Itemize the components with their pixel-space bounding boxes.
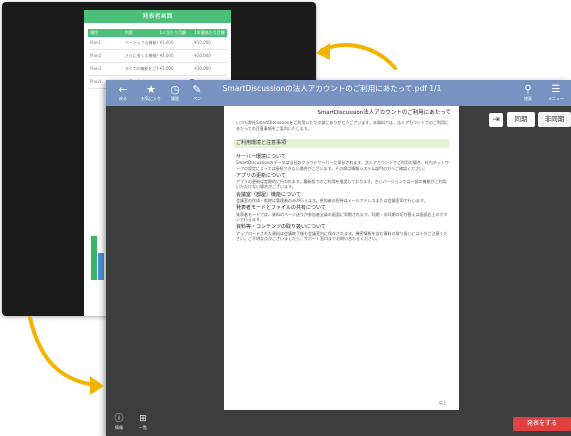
participant-tablet: ← 戻る ★ お気に入り ◷ 履歴 ✎ ペン SmartDiscussionの法… [106, 80, 571, 436]
arrow-head-icon [316, 43, 330, 60]
search-icon: ⚲ [524, 84, 532, 95]
paragraph: 会議室の作成・削除は管理者のみが行えます。参加者の招待はメールアドレスまたは会議… [236, 198, 428, 204]
table-cell: ¥10,000 [194, 40, 211, 45]
grid-label: 一覧 [139, 425, 147, 430]
clock-icon: ◷ [170, 83, 180, 96]
table-cell: ベーシックな機能をご利用いただけます [124, 40, 158, 45]
table-cell: ¥3,000 [159, 66, 174, 71]
chart-bar [91, 236, 97, 280]
sync-arrow-top [320, 43, 397, 70]
pen-label: ペン [193, 96, 201, 101]
page-header: SmartDiscussion法人アカウントのご利用にあたって [317, 110, 451, 116]
search-button[interactable]: ⚲ 検索 [516, 83, 540, 102]
sync-arrow-bottom [28, 316, 97, 387]
paragraph: アップロードされた資料は会議終了後も会議室内に保存されます。機密情報を含む資料の… [236, 230, 448, 241]
table-cell: ¥30,000 [194, 66, 211, 71]
present-button[interactable]: 発表をする [513, 417, 571, 431]
menu-button[interactable]: ☰ メニュー [544, 83, 568, 102]
column-header: 1人当たり月額 [159, 30, 187, 35]
bottom-toolbar: ⓘ 情報 ⊞ 一覧 発表をする [106, 410, 571, 436]
document-title: SmartDiscussionの法人アカウントのご利用にあたって.pdf 1/1 [222, 84, 442, 93]
back-button[interactable]: ← 戻る [112, 83, 134, 102]
table-cell: ¥1,000 [159, 40, 174, 45]
star-icon: ★ [146, 83, 156, 96]
table-cell: Plan1 [90, 40, 102, 45]
history-label: 履歴 [171, 96, 179, 101]
table-cell: ¥2,000 [159, 53, 174, 58]
presenter-doc-header: 発表者画面 [84, 10, 231, 23]
page-body: サーバー環境について SmartDiscussionのデータは当社のクラウドサー… [236, 152, 450, 400]
sync-panel: ⇥ 同期 非同期 [476, 106, 571, 410]
page-intro: いつも弊社SmartDiscussionをご利用いただき誠にありがとうございます… [236, 120, 449, 131]
top-toolbar: ← 戻る ★ お気に入り ◷ 履歴 ✎ ペン SmartDiscussionの法… [106, 80, 571, 106]
column-header: 1年間あたり月額 [194, 30, 225, 35]
table-row: Plan1 ベーシックな機能をご利用いただけます ¥1,000 ¥10,000 [88, 37, 227, 50]
column-header: 内容 [124, 30, 133, 35]
document-page: SmartDiscussion法人アカウントのご利用にあたって いつも弊社Sma… [224, 106, 459, 410]
paragraph: アプリの更新は定期的に行われます。最新版でのご利用を推奨しております。古いバージ… [236, 179, 447, 190]
info-button[interactable]: ⓘ 情報 [110, 413, 128, 430]
arrow-head-icon [90, 376, 104, 395]
paragraph: SmartDiscussionのデータは当社のクラウドサーバーに保存されます。法… [236, 160, 449, 171]
favorite-button[interactable]: ★ お気に入り [140, 83, 162, 102]
history-button[interactable]: ◷ 履歴 [164, 83, 186, 102]
list-icon: ☰ [551, 84, 561, 95]
info-label: 情報 [115, 425, 123, 430]
table-row: Plan3 すべての機能をご利用いただけます ¥3,000 ¥30,000 [88, 63, 227, 76]
table-cell: さらに多くの機能をご利用いただけます [124, 53, 158, 58]
grid-button[interactable]: ⊞ 一覧 [134, 413, 152, 430]
chart-bar [98, 252, 104, 280]
page-footer: 以上 [439, 400, 447, 405]
favorite-label: お気に入り [141, 96, 161, 101]
back-label: 戻る [119, 96, 127, 101]
table-cell: Plan2 [90, 53, 102, 58]
section-heading: ご利用環境と注意事項 [234, 139, 449, 148]
info-icon: ⓘ [114, 414, 124, 424]
table-cell: Plan3 [90, 66, 102, 71]
sync-toggle-button[interactable]: 同期 [507, 112, 535, 127]
table-row: Plan2 さらに多くの機能をご利用いただけます ¥2,000 ¥20,000 [88, 50, 227, 63]
table-cell: すべての機能をご利用いただけます [124, 66, 158, 71]
async-toggle-button[interactable]: 非同期 [538, 112, 571, 127]
table-cell: ¥20,000 [194, 53, 211, 58]
grid-icon: ⊞ [139, 414, 147, 424]
back-arrow-icon: ← [118, 83, 128, 96]
enter-sync-icon[interactable]: ⇥ [489, 113, 503, 127]
search-label: 検索 [524, 96, 532, 101]
paragraph: 発表者モードでは、資料のページ送りが参加者全員の画面に同期されます。同期・非同期… [236, 211, 448, 222]
menu-label: メニュー [548, 96, 564, 101]
column-header: 項目 [90, 30, 98, 35]
table-header: 項目 内容 1人当たり月額 1年間あたり月額 [88, 29, 227, 37]
